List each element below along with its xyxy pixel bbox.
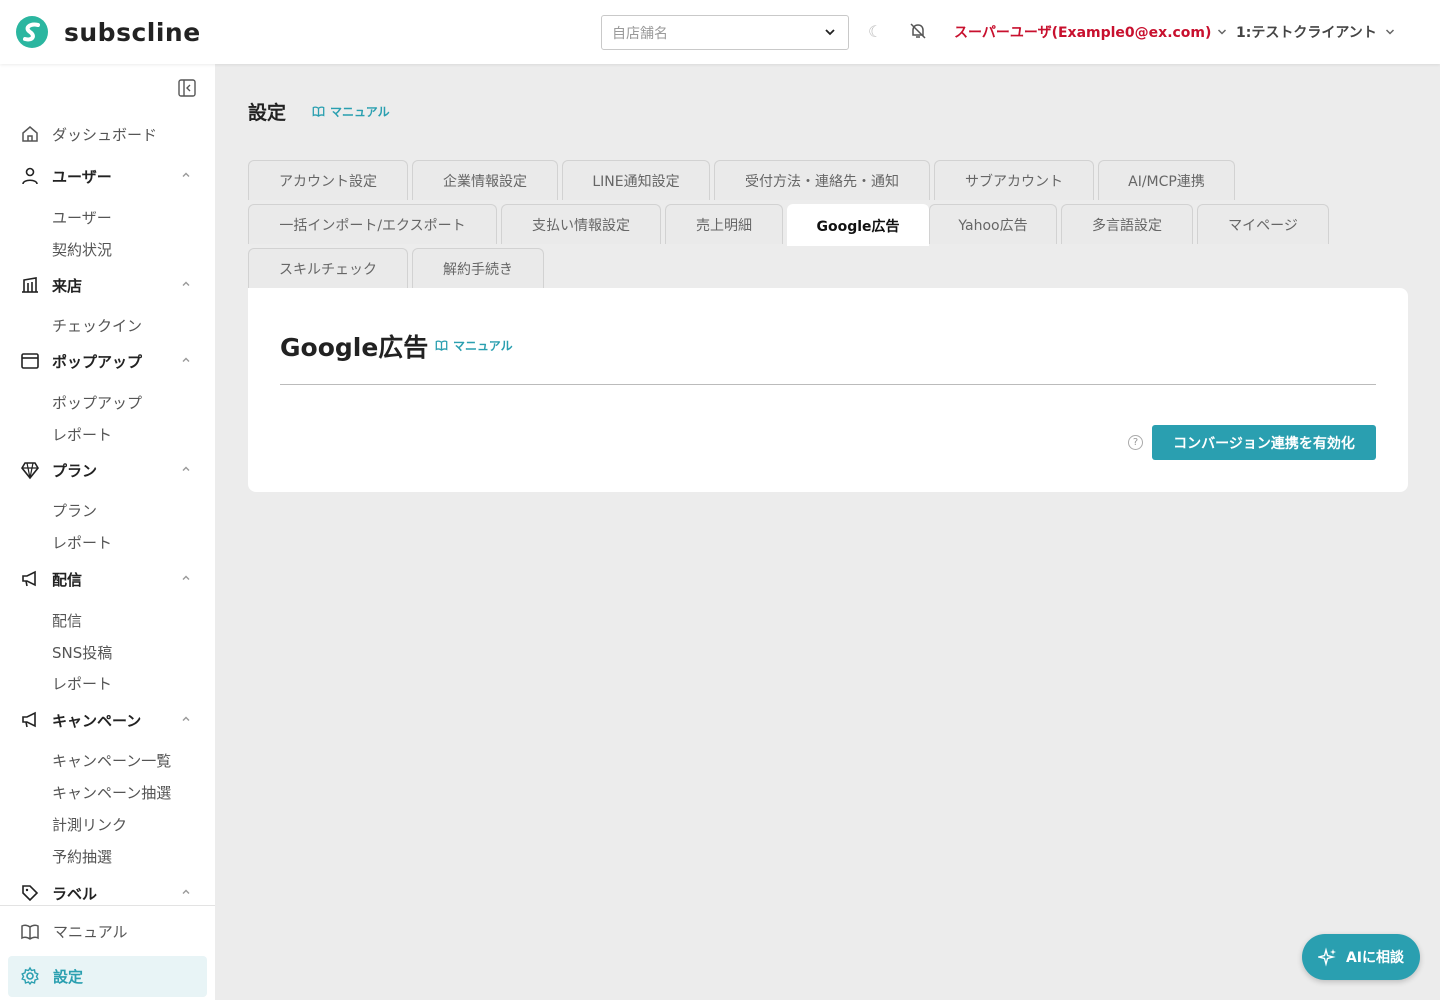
dark-mode-icon[interactable]: ☾ <box>868 22 882 41</box>
sidebar-subitem-plan[interactable]: プラン <box>52 500 97 521</box>
tab-yahoo-ads[interactable]: Yahoo広告 <box>929 204 1057 244</box>
sidebar-subitem-campaign-lottery[interactable]: キャンペーン抽選 <box>52 782 171 803</box>
sidebar-subitem-tracking-link[interactable]: 計測リンク <box>52 814 127 835</box>
gear-icon <box>21 966 39 986</box>
store-select[interactable]: 自店舗名 <box>601 15 849 50</box>
megaphone-icon <box>22 711 36 728</box>
diamond-icon <box>21 462 39 480</box>
tab-payment-info[interactable]: 支払い情報設定 <box>501 204 661 244</box>
ai-consult-button[interactable]: AIに相談 <box>1302 934 1420 980</box>
sidebar-item-settings[interactable]: 設定 <box>8 956 207 997</box>
sidebar-item-label: ダッシュボード <box>52 125 158 144</box>
tab-sales-details[interactable]: 売上明細 <box>665 204 783 244</box>
sidebar-subitem-popup[interactable]: ポップアップ <box>52 392 142 413</box>
book-icon <box>435 340 448 351</box>
client-label: 1:テストクライアント <box>1236 25 1377 41</box>
chevron-up-icon <box>182 716 190 721</box>
sidebar-section-label: 来店 <box>52 276 83 295</box>
sidebar: ダッシュボード ユーザー ユーザー 契約状況 来店 チェックイン ポップアップ … <box>0 64 215 1000</box>
client-menu[interactable]: 1:テストクライアント <box>1236 22 1395 42</box>
sidebar-bottom: マニュアル 設定 <box>0 905 215 1000</box>
megaphone-icon <box>22 570 36 587</box>
chevron-down-icon <box>1218 29 1227 35</box>
chevron-up-icon <box>182 575 190 580</box>
sidebar-section-visit[interactable]: 来店 <box>0 271 215 299</box>
sidebar-section-label: ポップアップ <box>52 352 143 371</box>
chevron-up-icon <box>182 357 190 362</box>
sidebar-subitem-reservation-lottery[interactable]: 予約抽選 <box>52 846 112 867</box>
tab-ai-mcp[interactable]: AI/MCP連携 <box>1098 160 1235 200</box>
user-menu[interactable]: スーパーユーザ(Example0@ex.com) <box>954 22 1227 42</box>
tab-mypage[interactable]: マイページ <box>1197 204 1329 244</box>
manual-link-label: マニュアル <box>453 339 513 353</box>
user-icon <box>22 167 38 185</box>
chevron-up-icon <box>182 172 190 177</box>
sidebar-section-label: ラベル <box>52 884 98 903</box>
tab-reception-method[interactable]: 受付方法・連絡先・通知 <box>714 160 930 200</box>
sidebar-section-popup[interactable]: ポップアップ <box>0 347 215 375</box>
bell-off-icon[interactable] <box>908 21 928 41</box>
sidebar-subitem-campaign-list[interactable]: キャンペーン一覧 <box>52 750 171 771</box>
home-icon <box>22 126 38 142</box>
tab-account-settings[interactable]: アカウント設定 <box>248 160 408 200</box>
panel-manual-link[interactable]: マニュアル <box>435 337 513 354</box>
sidebar-section-label: キャンペーン <box>52 711 142 730</box>
sidebar-collapse-icon[interactable] <box>177 78 197 98</box>
google-ads-panel: Google広告 マニュアル ? コンバージョン連携を有効化 <box>248 288 1408 492</box>
sidebar-subitem-delivery-report[interactable]: レポート <box>52 673 112 694</box>
sidebar-section-plan[interactable]: プラン <box>0 456 215 484</box>
sidebar-subitem-popup-report[interactable]: レポート <box>52 424 112 445</box>
sidebar-subitem-delivery[interactable]: 配信 <box>52 610 82 631</box>
sparkle-icon <box>1317 947 1336 967</box>
tag-icon <box>22 885 39 902</box>
user-label: スーパーユーザ(Example0@ex.com) <box>954 25 1212 41</box>
tab-sub-account[interactable]: サブアカウント <box>934 160 1094 200</box>
sidebar-item-dashboard[interactable]: ダッシュボード <box>0 120 215 148</box>
logo[interactable]: subscline <box>16 16 201 48</box>
sidebar-subitem-contract-status[interactable]: 契約状況 <box>52 239 112 260</box>
tab-line-notify[interactable]: LINE通知設定 <box>562 160 710 200</box>
sidebar-section-campaign[interactable]: キャンペーン <box>0 706 215 734</box>
tab-skill-check[interactable]: スキルチェック <box>248 248 408 288</box>
panel-title: Google広告 <box>280 333 429 362</box>
book-icon <box>312 106 325 117</box>
sidebar-item-label: 設定 <box>53 968 84 986</box>
chevron-up-icon <box>182 889 190 894</box>
logo-text: subscline <box>64 17 201 47</box>
tab-company-info[interactable]: 企業情報設定 <box>412 160 558 200</box>
sidebar-section-label: ユーザー <box>52 167 112 186</box>
manual-link-label: マニュアル <box>330 105 390 119</box>
book-icon <box>21 924 39 940</box>
sidebar-section-delivery[interactable]: 配信 <box>0 565 215 593</box>
chevron-up-icon <box>182 466 190 471</box>
store-select-placeholder: 自店舗名 <box>612 25 668 42</box>
sidebar-section-label: プラン <box>52 461 98 480</box>
logo-mark-icon <box>16 16 48 48</box>
tab-multilingual[interactable]: 多言語設定 <box>1061 204 1193 244</box>
chevron-down-icon <box>825 29 835 36</box>
help-icon[interactable]: ? <box>1128 435 1143 450</box>
sidebar-item-manual[interactable]: マニュアル <box>0 918 215 946</box>
tab-bulk-import-export[interactable]: 一括インポート/エクスポート <box>248 204 497 244</box>
page-manual-link[interactable]: マニュアル <box>312 103 390 120</box>
sidebar-subitem-plan-report[interactable]: レポート <box>52 532 112 553</box>
sidebar-subitem-users[interactable]: ユーザー <box>52 207 112 228</box>
sidebar-section-label: 配信 <box>52 570 83 589</box>
ai-consult-label: AIに相談 <box>1345 950 1405 966</box>
window-icon <box>21 353 39 369</box>
page-title: 設定 <box>248 102 287 124</box>
sidebar-subitem-sns-post[interactable]: SNS投稿 <box>52 642 112 663</box>
building-icon <box>22 277 38 293</box>
sidebar-item-label: マニュアル <box>53 923 128 941</box>
enable-conversion-button[interactable]: コンバージョン連携を有効化 <box>1152 425 1376 460</box>
tab-cancellation[interactable]: 解約手続き <box>412 248 544 288</box>
panel-divider <box>280 384 1376 385</box>
top-header: subscline 自店舗名 ☾ スーパーユーザ(Example0@ex.com… <box>0 0 1440 64</box>
chevron-up-icon <box>182 281 190 286</box>
sidebar-section-label-group[interactable]: ラベル <box>0 879 215 907</box>
sidebar-subitem-checkin[interactable]: チェックイン <box>52 315 142 336</box>
chevron-down-icon <box>1385 29 1394 35</box>
sidebar-section-users[interactable]: ユーザー <box>0 162 215 190</box>
tab-google-ads[interactable]: Google広告 <box>787 204 929 246</box>
